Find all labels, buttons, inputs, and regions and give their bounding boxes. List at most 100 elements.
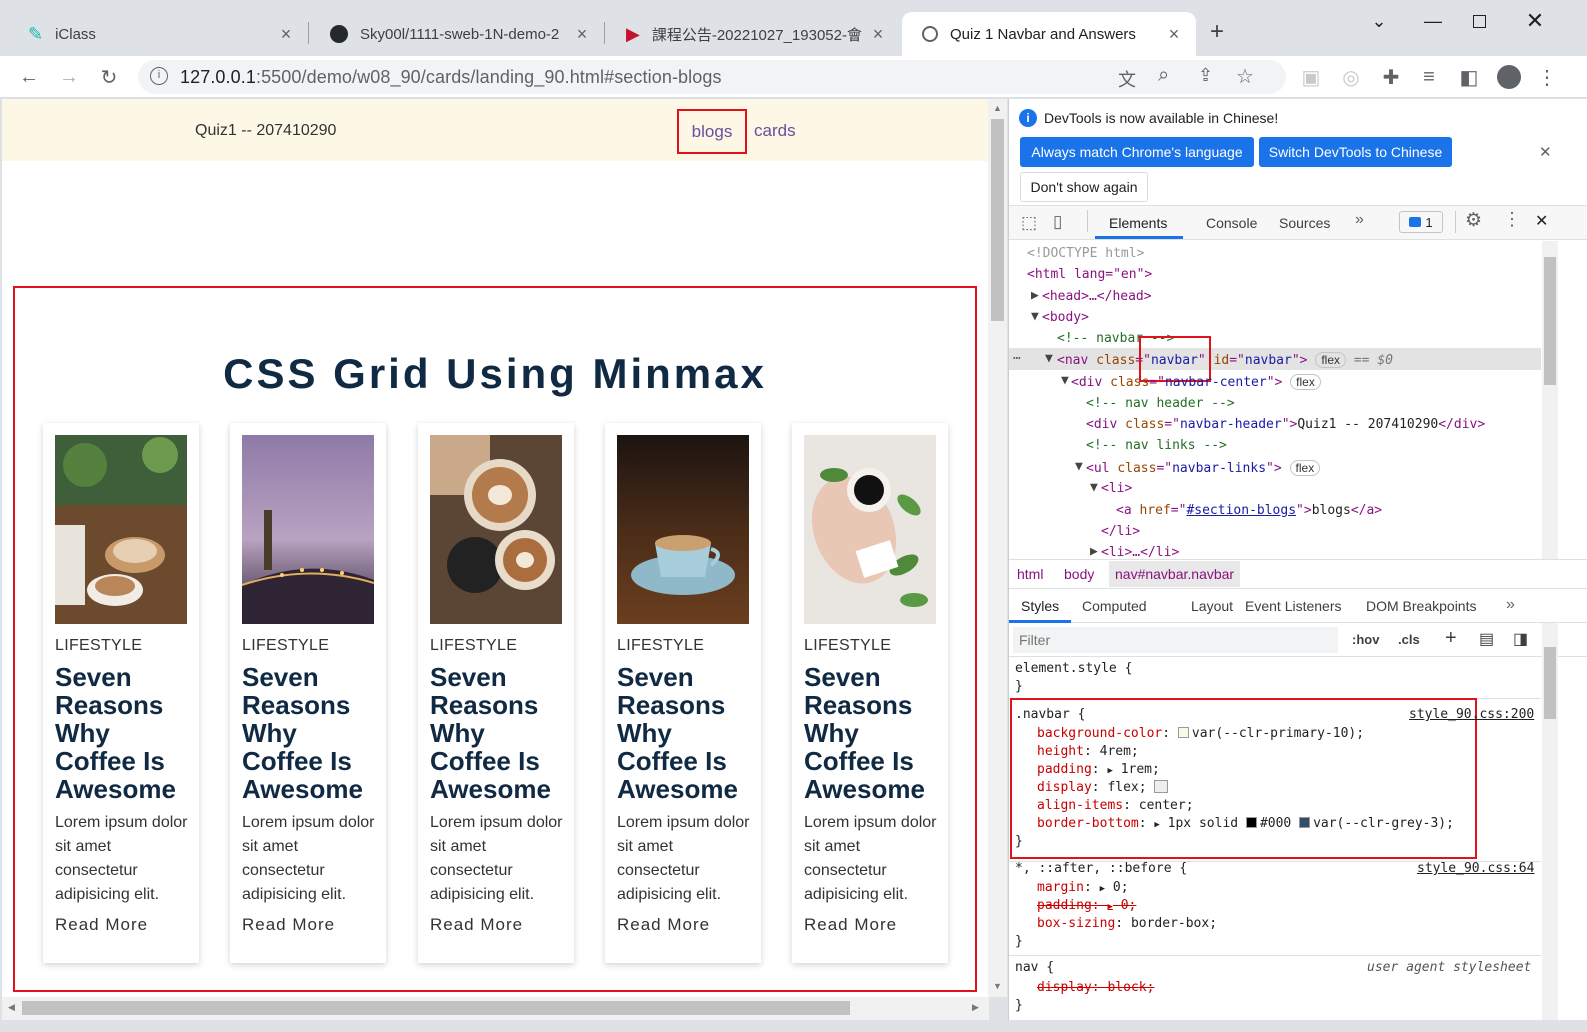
close-icon[interactable]: × <box>572 24 592 45</box>
issues-counter[interactable]: 1 <box>1399 211 1443 233</box>
color-swatch[interactable] <box>1245 817 1257 828</box>
breadcrumb-body[interactable]: body <box>1064 566 1094 582</box>
tab-event-listeners[interactable]: Event Listeners <box>1245 598 1342 614</box>
forward-icon[interactable]: → <box>54 62 84 92</box>
tab-layout[interactable]: Layout <box>1191 598 1233 614</box>
dom-html[interactable]: <html lang="en"> <box>1027 267 1152 282</box>
toggle-sidebar-icon[interactable]: ◨ <box>1513 629 1528 649</box>
nav-link-cards[interactable]: cards <box>754 121 796 141</box>
close-icon[interactable]: × <box>868 24 888 45</box>
url-text[interactable]: 127.0.0.1:5500/demo/w08_90/cards/landing… <box>180 67 722 88</box>
tab-styles[interactable]: Styles <box>1021 598 1059 614</box>
collapse-arrow-icon[interactable]: ▼ <box>1090 480 1098 495</box>
hov-toggle[interactable]: :hov <box>1352 632 1379 647</box>
tab-computed[interactable]: Computed <box>1082 598 1147 614</box>
style-decl-padding-overridden[interactable]: padding: ▶ 0; <box>1037 898 1136 913</box>
side-panel-icon[interactable]: ◧ <box>1454 62 1484 92</box>
bookmark-star-icon[interactable]: ☆ <box>1236 64 1254 89</box>
color-swatch[interactable] <box>1299 817 1311 828</box>
nav-link-blogs[interactable]: blogs <box>677 109 747 154</box>
close-infobar-icon[interactable]: ✕ <box>1539 143 1552 161</box>
tab-elements[interactable]: Elements <box>1109 215 1167 231</box>
page-vertical-scrollbar[interactable]: ▲ ▼ <box>988 99 1007 997</box>
extension-b-icon[interactable]: ◎ <box>1336 62 1366 92</box>
read-more-link[interactable]: Read More <box>55 915 148 935</box>
profile-avatar-icon[interactable] <box>1494 62 1524 92</box>
collapse-arrow-icon[interactable]: ▼ <box>1075 459 1083 474</box>
back-icon[interactable]: ← <box>14 62 44 92</box>
address-bar[interactable]: i 127.0.0.1:5500/demo/w08_90/cards/landi… <box>138 60 1286 94</box>
inspect-element-icon[interactable]: ⬚ <box>1021 213 1037 233</box>
breadcrumb-html[interactable]: html <box>1017 566 1043 582</box>
read-more-link[interactable]: Read More <box>617 915 710 935</box>
expand-arrow-icon[interactable]: ▶ <box>1031 288 1039 303</box>
universal-rule-source-link[interactable]: style_90.css:64 <box>1417 861 1534 876</box>
more-tabs-icon[interactable]: » <box>1355 211 1364 229</box>
devtools-menu-icon[interactable]: ⋮ <box>1503 209 1521 230</box>
dom-head[interactable]: <head>…</head> <box>1042 289 1152 304</box>
paint-brush-icon[interactable]: ▤ <box>1479 629 1494 649</box>
close-icon[interactable]: × <box>1164 24 1184 45</box>
tab-dom-breakpoints[interactable]: DOM Breakpoints <box>1366 598 1476 614</box>
dom-div-navbar-header[interactable]: <div class="navbar-header">Quiz1 -- 2074… <box>1086 417 1485 432</box>
style-decl-display[interactable]: display: flex; <box>1037 780 1169 795</box>
dom-ul-navbar-links[interactable]: <ul class="navbar-links"> flex <box>1086 460 1321 476</box>
device-toolbar-icon[interactable]: ▯ <box>1053 212 1062 232</box>
dom-nav-selected[interactable]: <nav class="navbar" id="navbar"> flex ==… <box>1057 352 1393 368</box>
settings-gear-icon[interactable]: ⚙ <box>1465 209 1482 232</box>
reload-icon[interactable]: ↻ <box>94 62 124 92</box>
scroll-thumb[interactable] <box>22 1001 850 1015</box>
scroll-up-arrow-icon[interactable]: ▲ <box>993 103 1002 113</box>
maximize-icon[interactable] <box>1456 6 1502 36</box>
style-decl-bg[interactable]: background-color: var(--clr-primary-10); <box>1037 726 1364 741</box>
tab-iclass[interactable]: ✎ iClass × <box>8 12 308 56</box>
read-more-link[interactable]: Read More <box>430 915 523 935</box>
style-decl-align-items[interactable]: align-items: center; <box>1037 798 1194 813</box>
element-style-selector[interactable]: element.style { <box>1015 661 1132 676</box>
translate-icon[interactable]: 文 <box>1118 66 1136 92</box>
color-swatch[interactable] <box>1177 727 1189 738</box>
tab-quiz[interactable]: Quiz 1 Navbar and Answers × <box>902 12 1196 56</box>
navbar-rule-selector[interactable]: .navbar { <box>1015 707 1085 722</box>
styles-scrollbar[interactable] <box>1542 623 1558 1020</box>
dom-scrollbar[interactable] <box>1542 241 1558 559</box>
close-devtools-icon[interactable]: ✕ <box>1535 211 1548 231</box>
dom-div-navbar-center[interactable]: <div class="navbar-center"> flex <box>1071 374 1321 390</box>
scroll-left-arrow-icon[interactable]: ◀ <box>8 1002 15 1013</box>
dom-body[interactable]: <body> <box>1042 310 1089 325</box>
zoom-icon[interactable]: ⌕ <box>1158 64 1169 87</box>
scroll-right-arrow-icon[interactable]: ▶ <box>972 1002 979 1013</box>
style-decl-height[interactable]: height: 4rem; <box>1037 744 1139 759</box>
dom-li[interactable]: <li> <box>1101 481 1132 496</box>
close-window-icon[interactable]: ✕ <box>1512 6 1558 36</box>
page-horizontal-scrollbar[interactable]: ◀ ▶ <box>2 997 989 1020</box>
read-more-link[interactable]: Read More <box>804 915 897 935</box>
tab-search-icon[interactable]: ⌄ <box>1356 6 1402 36</box>
read-more-link[interactable]: Read More <box>242 915 335 935</box>
nav-rule-selector[interactable]: nav { <box>1015 960 1054 975</box>
style-decl-border-bottom[interactable]: border-bottom: ▶ 1px solid #000 var(--cl… <box>1037 816 1454 831</box>
tab-console[interactable]: Console <box>1206 215 1257 231</box>
minimize-icon[interactable]: — <box>1410 6 1456 36</box>
style-decl-display-overridden[interactable]: display: block; <box>1037 980 1154 995</box>
dom-li-collapsed[interactable]: <li>…</li> <box>1101 545 1179 559</box>
expand-arrow-icon[interactable]: ▶ <box>1090 544 1098 559</box>
tab-sources[interactable]: Sources <box>1279 215 1330 231</box>
universal-rule-selector[interactable]: *, ::after, ::before { <box>1015 861 1187 876</box>
flex-badge[interactable]: flex <box>1290 374 1321 390</box>
info-icon[interactable]: i <box>150 67 168 85</box>
menu-kebab-icon[interactable]: ⋮ <box>1532 62 1562 92</box>
reading-list-icon[interactable]: ≡ <box>1414 62 1444 92</box>
ellipsis-icon[interactable]: ⋯ <box>1013 351 1021 366</box>
new-tab-icon[interactable]: + <box>1210 18 1224 46</box>
flexbox-editor-icon[interactable] <box>1154 780 1169 793</box>
cls-toggle[interactable]: .cls <box>1398 632 1420 647</box>
flex-badge[interactable]: flex <box>1289 460 1321 476</box>
navbar-rule-source-link[interactable]: style_90.css:200 <box>1409 707 1534 722</box>
scroll-thumb[interactable] <box>1544 647 1556 719</box>
extension-a-icon[interactable]: ▣ <box>1296 62 1326 92</box>
dom-a-blogs[interactable]: <a href="#section-blogs">blogs</a> <box>1116 503 1382 518</box>
tab-announcement[interactable]: ▶ 課程公告-20221027_193052-會 × <box>606 12 900 56</box>
share-icon[interactable]: ⇪ <box>1198 65 1213 86</box>
collapse-arrow-icon[interactable]: ▼ <box>1031 309 1039 324</box>
